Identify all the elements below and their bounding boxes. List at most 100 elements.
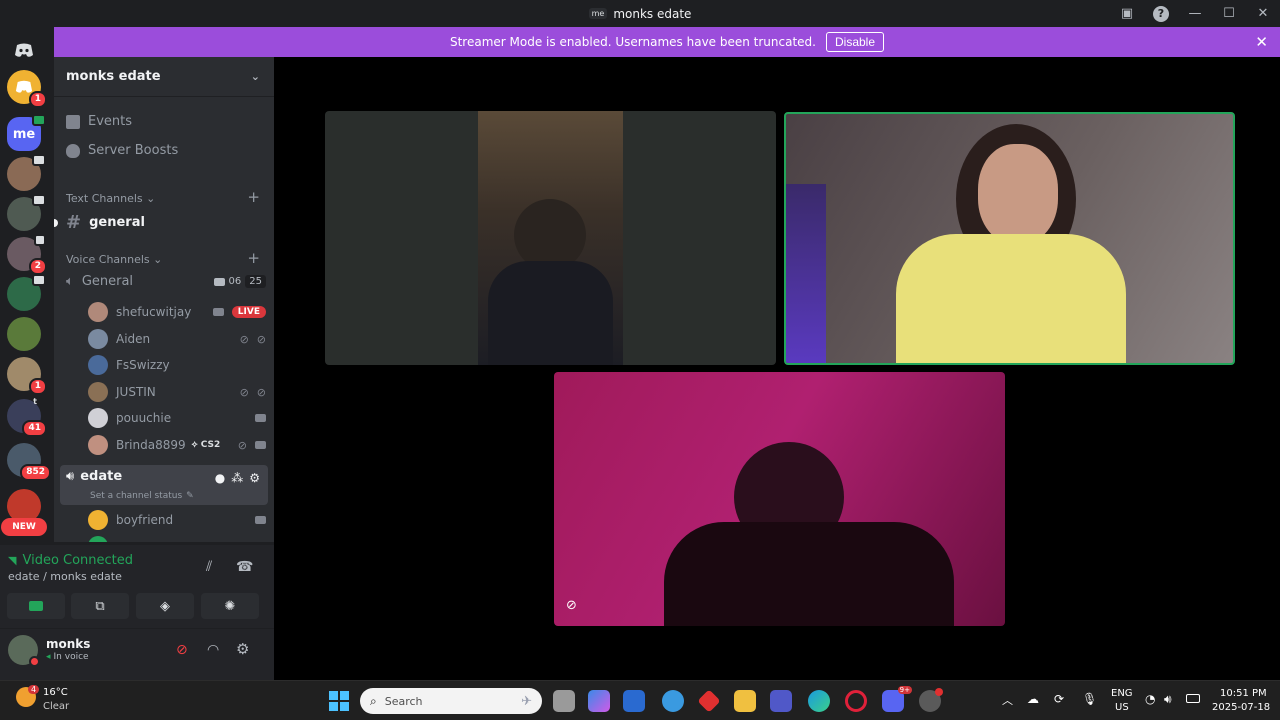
copilot-icon[interactable] xyxy=(588,690,610,712)
video-tile-3[interactable]: ⊘ xyxy=(554,372,1005,626)
user-name: Aiden xyxy=(116,332,151,346)
events-link[interactable]: Events xyxy=(66,114,132,129)
voice-user-fsswizzy[interactable]: FsSwizzy xyxy=(88,354,266,376)
help-icon[interactable]: ? xyxy=(1144,0,1178,27)
voice-user-next[interactable] xyxy=(88,535,266,542)
streamer-mode-banner: Streamer Mode is enabled. Usernames have… xyxy=(54,27,1280,57)
server-icon-3[interactable]: 2 xyxy=(7,234,47,275)
clock-date[interactable]: 2025-07-18 xyxy=(1212,702,1270,713)
battery-icon[interactable] xyxy=(1186,694,1200,703)
server-header[interactable]: monks edate ⌄ xyxy=(54,57,274,97)
notification-badge: 2 xyxy=(28,258,47,275)
voice-user-aiden[interactable]: Aiden ⊘ ⊘ xyxy=(88,328,266,350)
close-icon[interactable]: ✕ xyxy=(1255,33,1268,51)
voice-user-brinda8899[interactable]: Brinda8899 ⟡ CS2 ⊘ xyxy=(88,434,266,456)
task-view-icon[interactable] xyxy=(553,690,575,712)
server-icon-4[interactable] xyxy=(7,274,46,311)
voice-channels-label: Voice Channels xyxy=(66,253,150,266)
channel-general[interactable]: # general xyxy=(54,212,266,233)
user-name[interactable]: monks xyxy=(46,637,90,651)
soundboard-button[interactable]: ✺ xyxy=(201,593,259,619)
avatar xyxy=(88,329,108,349)
weather-desc: Clear xyxy=(43,701,70,712)
server-icon-2[interactable] xyxy=(7,194,46,231)
video-feed xyxy=(478,111,623,365)
microphone-icon[interactable]: 🎙︎ xyxy=(1082,692,1097,706)
voice-status[interactable]: Video Connected xyxy=(22,553,133,568)
cloud-icon[interactable]: ☁ xyxy=(1027,692,1039,706)
close-window-button[interactable]: ✕ xyxy=(1246,0,1280,27)
server-icon-6[interactable]: 1 xyxy=(7,357,47,395)
windows-start-icon[interactable] xyxy=(329,691,349,711)
gear-icon[interactable]: ⚙ xyxy=(249,471,260,485)
discord-home-icon[interactable] xyxy=(7,33,41,67)
avatar xyxy=(88,408,108,428)
language-label[interactable]: ENG xyxy=(1111,688,1133,699)
inbox-icon[interactable]: ▣ xyxy=(1110,0,1144,27)
sync-icon[interactable]: ⟳ xyxy=(1054,692,1064,706)
avatar xyxy=(88,382,108,402)
voice-channel-general[interactable]: 🔈︎ General 06 25 xyxy=(66,274,266,289)
gamepad-icon: ◈ xyxy=(160,598,170,614)
voice-location[interactable]: edate / monks edate xyxy=(8,570,122,583)
volume-icon[interactable]: 🔊︎ xyxy=(1164,692,1172,707)
weather-badge: 4 xyxy=(28,685,40,694)
browser-icon[interactable] xyxy=(662,690,684,712)
server-folder-1[interactable]: t 41 xyxy=(7,397,47,437)
avatar xyxy=(88,510,108,530)
minimize-button[interactable]: — xyxy=(1178,0,1212,27)
server-icon-me[interactable]: me xyxy=(7,114,46,151)
voice-user-pouuchie[interactable]: pouuchie xyxy=(88,407,266,429)
video-tile-2-speaking[interactable] xyxy=(784,112,1235,365)
headphones-icon[interactable]: ◠ xyxy=(207,642,219,658)
opera-icon[interactable] xyxy=(845,690,867,712)
add-channel-icon[interactable]: + xyxy=(247,251,260,266)
noise-suppression-icon[interactable]: ⫽ xyxy=(206,559,212,575)
clock-time[interactable]: 10:51 PM xyxy=(1220,688,1267,699)
store-icon[interactable] xyxy=(623,690,645,712)
voice-channel-edate[interactable]: 🔊︎ edate Set a channel status ✎ ● ⁂ ⚙ xyxy=(60,465,268,505)
edge-icon[interactable] xyxy=(808,690,830,712)
weather-temp[interactable]: 16°C xyxy=(43,687,68,698)
share-screen-button[interactable]: ⧉ xyxy=(71,593,129,619)
maximize-button[interactable]: ☐ xyxy=(1212,0,1246,27)
search-icon: ⌕ xyxy=(370,693,377,708)
camera-button[interactable] xyxy=(7,593,65,619)
app-gray-icon[interactable] xyxy=(919,688,943,712)
voice-channels-category[interactable]: Voice Channels ⌄ + xyxy=(66,251,260,267)
video-tile-1[interactable] xyxy=(325,111,776,365)
server-folder-2[interactable]: 852 xyxy=(7,443,51,481)
weather-icon[interactable]: 4 xyxy=(16,685,40,707)
avatar[interactable] xyxy=(8,635,40,667)
activities-button[interactable]: ◈ xyxy=(136,593,194,619)
voice-user-boyfriend[interactable]: boyfriend xyxy=(88,509,266,531)
server-boosts-link[interactable]: Server Boosts xyxy=(66,143,178,158)
avatar xyxy=(88,302,108,322)
add-channel-icon[interactable]: + xyxy=(247,190,260,205)
app-red-icon[interactable] xyxy=(697,689,721,713)
server-icon-5[interactable] xyxy=(7,317,41,351)
muted-mic-icon[interactable]: ⊘ xyxy=(176,642,188,658)
disable-streamer-mode-button[interactable]: Disable xyxy=(825,32,885,52)
gear-icon[interactable]: ⚙ xyxy=(236,640,249,658)
taskbar-search[interactable]: ⌕ Search ✈ xyxy=(360,688,542,714)
game-name: CS2 xyxy=(200,440,221,450)
channel-name: edate xyxy=(80,469,123,484)
voice-user-justin[interactable]: JUSTIN ⊘ ⊘ xyxy=(88,381,266,403)
discord-taskbar-icon[interactable]: 9+ xyxy=(882,686,912,712)
invite-people-icon[interactable]: ⁂ xyxy=(231,471,243,485)
channel-status[interactable]: Set a channel status xyxy=(90,491,182,501)
chevron-up-icon[interactable]: ︿ xyxy=(1002,692,1013,708)
file-explorer-icon[interactable] xyxy=(734,690,756,712)
teams-icon[interactable] xyxy=(770,690,792,712)
wifi-icon[interactable]: ◔ xyxy=(1145,692,1155,706)
region-label[interactable]: US xyxy=(1115,702,1129,713)
disconnect-icon[interactable]: ☎ xyxy=(236,559,253,575)
server-icon-1[interactable] xyxy=(7,154,46,191)
chat-bubble-icon[interactable]: ● xyxy=(215,471,225,485)
text-channels-category[interactable]: Text Channels ⌄ + xyxy=(66,190,260,206)
voice-user-shefucwitjay[interactable]: shefucwitjay LIVE xyxy=(88,301,266,323)
new-unreads-pill[interactable]: NEW xyxy=(1,518,47,536)
server-icon-dm-yellow[interactable]: 1 xyxy=(7,70,47,108)
pencil-icon[interactable]: ✎ xyxy=(186,491,194,501)
